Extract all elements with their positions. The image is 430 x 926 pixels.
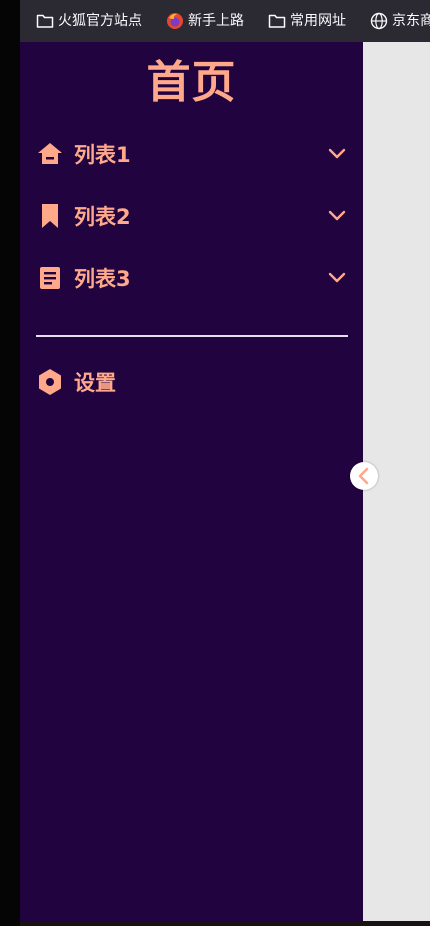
- bookmark-icon: [36, 202, 64, 230]
- window-bottom-edge: [20, 921, 430, 926]
- bookmarks-toolbar: 火狐官方站点 新手上路 常用网址 京东商: [20, 0, 430, 42]
- sidebar-item-list3[interactable]: 列表3: [36, 258, 348, 298]
- bookmark-getting-started[interactable]: 新手上路: [150, 0, 252, 42]
- sidebar-item-settings[interactable]: 设置: [36, 362, 348, 402]
- chevron-down-icon[interactable]: [328, 268, 346, 286]
- hexagon-settings-icon: [36, 368, 64, 396]
- page-title[interactable]: 首页: [20, 54, 363, 112]
- sidebar-item-label: 列表2: [74, 205, 131, 229]
- chevron-down-icon[interactable]: [328, 144, 346, 162]
- sidebar-item-list2[interactable]: 列表2: [36, 196, 348, 236]
- sidebar-item-list1[interactable]: 列表1: [36, 134, 348, 174]
- bookmark-label: 火狐官方站点: [58, 13, 142, 29]
- bookmark-common-sites[interactable]: 常用网址: [252, 0, 354, 42]
- globe-icon: [370, 12, 388, 30]
- folder-icon: [36, 14, 54, 28]
- chevron-down-icon[interactable]: [328, 206, 346, 224]
- collapse-sidebar-button[interactable]: [350, 462, 378, 490]
- home-icon: [36, 140, 64, 168]
- chevron-left-icon: [358, 467, 369, 485]
- window-left-edge: [0, 0, 20, 926]
- sidebar-divider: [36, 335, 348, 337]
- sidebar-item-label: 列表3: [74, 267, 131, 291]
- folder-icon: [268, 14, 286, 28]
- bookmark-jd[interactable]: 京东商: [354, 0, 430, 42]
- document-icon: [36, 264, 64, 292]
- sidebar: 首页 列表1 列表2 列表3 设置: [20, 42, 363, 921]
- bookmark-label: 常用网址: [290, 13, 346, 29]
- sidebar-item-label: 设置: [74, 371, 116, 395]
- sidebar-item-label: 列表1: [74, 143, 131, 167]
- bookmark-label: 新手上路: [188, 13, 244, 29]
- firefox-icon: [167, 13, 183, 29]
- bookmark-label: 京东商: [392, 13, 430, 29]
- bookmark-firefox-official[interactable]: 火狐官方站点: [20, 0, 150, 42]
